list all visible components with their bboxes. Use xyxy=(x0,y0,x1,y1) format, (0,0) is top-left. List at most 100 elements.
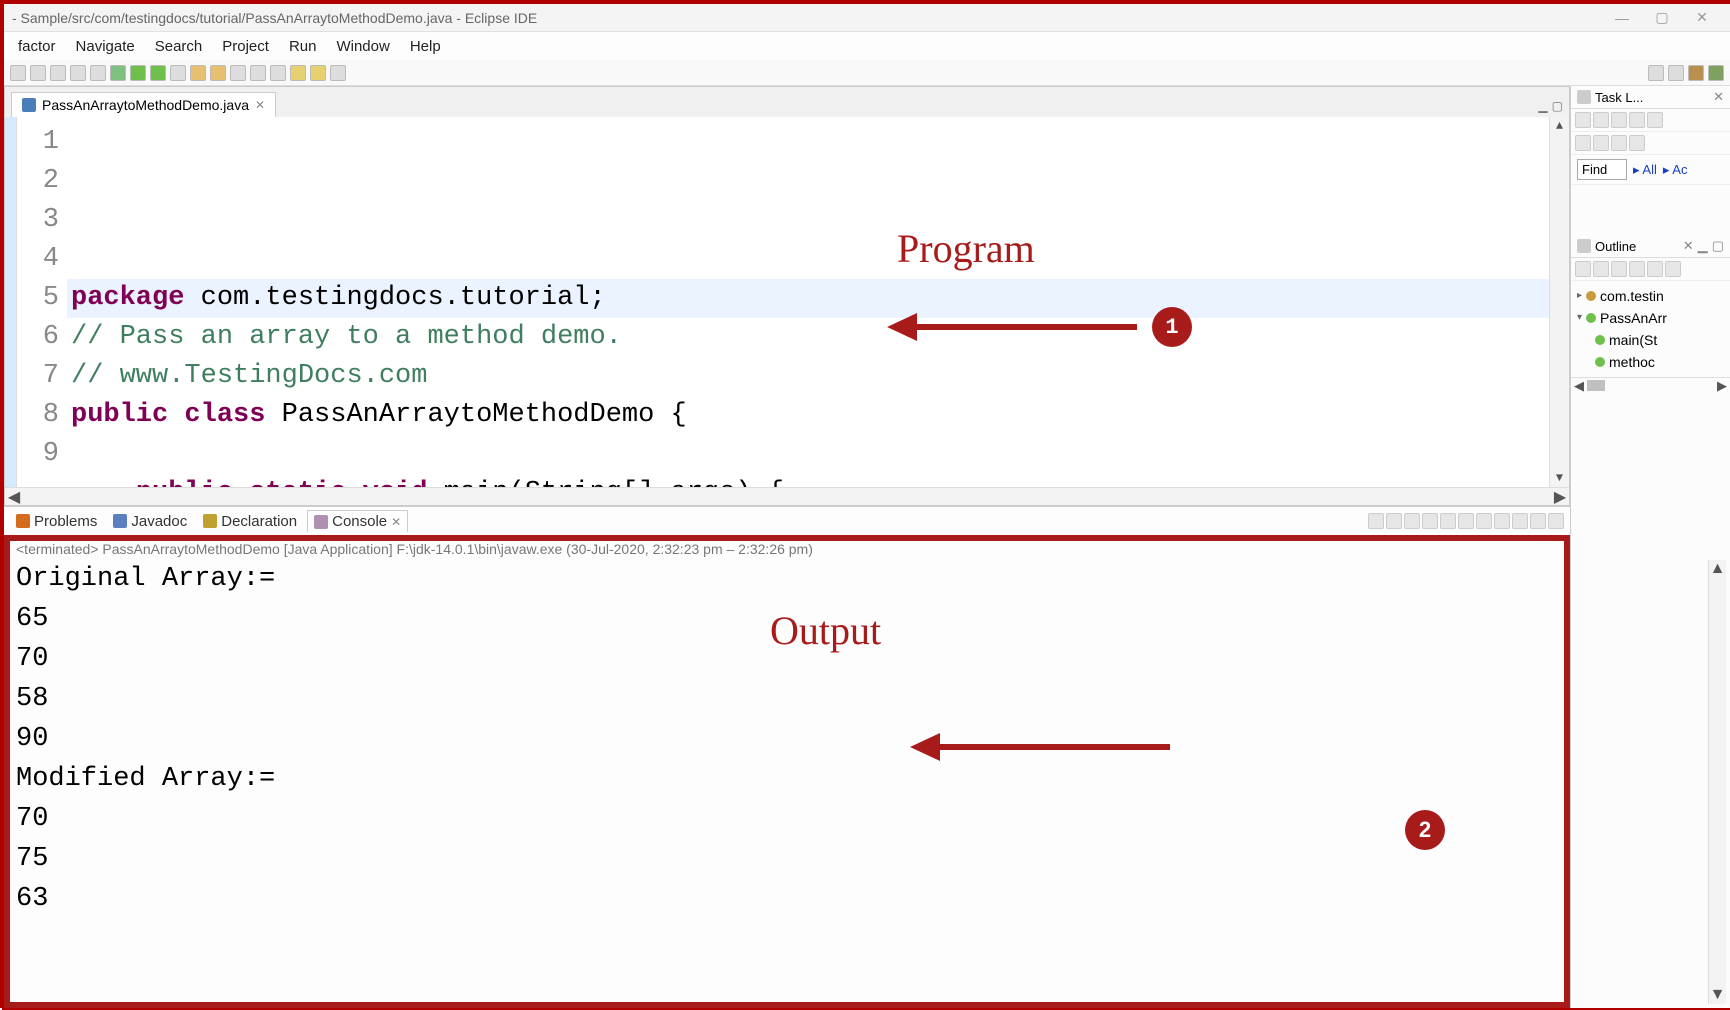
declaration-icon xyxy=(203,514,217,528)
annotation-prev-icon[interactable] xyxy=(250,65,266,81)
tab-console[interactable]: Console✕ xyxy=(307,510,408,532)
find-input[interactable] xyxy=(1577,159,1627,180)
method-icon xyxy=(1595,335,1605,345)
outline-hscroll[interactable]: ◀▶ xyxy=(1571,377,1730,393)
editor-tabs: PassAnArraytoMethodDemo.java ✕ ▁ ▢ xyxy=(5,87,1569,117)
bottom-tabs: Problems Javadoc Declaration Console✕ xyxy=(4,507,1570,535)
menu-help[interactable]: Help xyxy=(400,36,451,57)
focus-active-icon[interactable] xyxy=(1665,261,1681,277)
tab-problems[interactable]: Problems xyxy=(10,511,103,532)
outline-node-method2: methoc xyxy=(1577,351,1728,373)
sort-icon[interactable] xyxy=(1575,261,1591,277)
task-dropdown-icon[interactable] xyxy=(1593,112,1609,128)
hide-fields-icon[interactable] xyxy=(1593,261,1609,277)
task-find-row: ▸ All ▸ Ac xyxy=(1571,155,1730,185)
new-class-icon[interactable] xyxy=(210,65,226,81)
remove-launch-icon[interactable] xyxy=(1386,513,1402,529)
maximize-button[interactable]: ▢ xyxy=(1642,7,1682,29)
minimize-button[interactable]: — xyxy=(1602,7,1642,29)
hide-local-icon[interactable] xyxy=(1647,261,1663,277)
focus-icon[interactable] xyxy=(1575,135,1591,151)
annotation-output-label: Output xyxy=(770,607,881,654)
outline-min-icon[interactable]: ▁ xyxy=(1698,238,1708,254)
right-panels: Task L... ✕ ▸ All ▸ Ac Outline ✕ ▁ xyxy=(1570,86,1730,1008)
outline-toolbar xyxy=(1571,258,1730,281)
max-console-icon[interactable] xyxy=(1548,513,1564,529)
task-list-header[interactable]: Task L... ✕ xyxy=(1571,86,1730,109)
minimize-view-icon[interactable]: ▁ xyxy=(1538,99,1547,113)
outline-max-icon[interactable]: ▢ xyxy=(1712,238,1724,254)
code-area[interactable]: 1 2 3 4 5 6 7 8 9 package com.testingdoc… xyxy=(5,117,1569,487)
skip-bp-icon[interactable] xyxy=(90,65,106,81)
debug-icon[interactable] xyxy=(110,65,126,81)
outline-node-class: ▾ PassAnArr xyxy=(1577,307,1728,329)
search-icon[interactable] xyxy=(230,65,246,81)
editor-hscrollbar[interactable]: ◀▶ xyxy=(5,487,1569,505)
maximize-view-icon[interactable]: ▢ xyxy=(1552,99,1563,113)
external-tools-icon[interactable] xyxy=(170,65,186,81)
menu-search[interactable]: Search xyxy=(145,36,213,57)
word-wrap-icon[interactable] xyxy=(1458,513,1474,529)
new-package-icon[interactable] xyxy=(190,65,206,81)
console-vscrollbar[interactable]: ▲ ▼ xyxy=(1708,560,1726,1004)
tab-declaration[interactable]: Declaration xyxy=(197,511,303,532)
pin-console-icon[interactable] xyxy=(1476,513,1492,529)
collapse-icon[interactable] xyxy=(1629,112,1645,128)
hide-nonpublic-icon[interactable] xyxy=(1629,261,1645,277)
pin-icon[interactable] xyxy=(330,65,346,81)
remove-all-icon[interactable] xyxy=(1404,513,1420,529)
menubar: factor Navigate Search Project Run Windo… xyxy=(4,32,1730,60)
close-button[interactable]: ✕ xyxy=(1682,7,1722,29)
open-type-icon[interactable] xyxy=(50,65,66,81)
min-console-icon[interactable] xyxy=(1530,513,1546,529)
class-icon xyxy=(1586,313,1596,323)
menu-navigate[interactable]: Navigate xyxy=(66,36,145,57)
scroll-lock-icon[interactable] xyxy=(1440,513,1456,529)
java-file-icon xyxy=(22,98,36,112)
editor-vscrollbar[interactable]: ▲▼ xyxy=(1549,117,1569,487)
new-task-icon[interactable] xyxy=(1575,112,1591,128)
menu-refactor[interactable]: factor xyxy=(8,36,66,57)
close-outline-icon[interactable]: ✕ xyxy=(1683,238,1694,254)
console-content-box: <terminated> PassAnArraytoMethodDemo [Ja… xyxy=(4,535,1570,1008)
find-activate-link[interactable]: ▸ Ac xyxy=(1663,162,1688,178)
outline-icon xyxy=(1577,239,1591,253)
paste-icon[interactable] xyxy=(70,65,86,81)
debug-perspective-icon[interactable] xyxy=(1708,65,1724,81)
forward-icon[interactable] xyxy=(310,65,326,81)
open-perspective-icon[interactable] xyxy=(1668,65,1684,81)
outline-node-package: ▸ com.testin xyxy=(1577,285,1728,307)
close-console-tab-icon[interactable]: ✕ xyxy=(391,515,401,529)
menu-window[interactable]: Window xyxy=(326,36,399,57)
save-icon[interactable] xyxy=(30,65,46,81)
categorize-icon[interactable] xyxy=(1611,112,1627,128)
find-all-link[interactable]: ▸ All xyxy=(1633,162,1657,178)
outline-header[interactable]: Outline ✕ ▁ ▢ xyxy=(1571,235,1730,258)
schedule-icon[interactable] xyxy=(1629,135,1645,151)
outline-tree[interactable]: ▸ com.testin ▾ PassAnArr main(St methoc xyxy=(1571,281,1730,377)
coverage-icon[interactable] xyxy=(150,65,166,81)
marker-bar[interactable] xyxy=(5,117,17,487)
editor-tab-active[interactable]: PassAnArraytoMethodDemo.java ✕ xyxy=(11,92,276,117)
open-console-icon[interactable] xyxy=(1512,513,1528,529)
sync-icon[interactable] xyxy=(1647,112,1663,128)
close-task-panel-icon[interactable]: ✕ xyxy=(1713,89,1724,105)
terminate-icon[interactable] xyxy=(1368,513,1384,529)
presentation-icon[interactable] xyxy=(1611,135,1627,151)
clear-console-icon[interactable] xyxy=(1422,513,1438,529)
new-icon[interactable] xyxy=(10,65,26,81)
code-content[interactable]: package com.testingdocs.tutorial; // Pas… xyxy=(71,240,1549,487)
link-icon[interactable] xyxy=(1593,135,1609,151)
annotation-next-icon[interactable] xyxy=(270,65,286,81)
tab-javadoc[interactable]: Javadoc xyxy=(107,511,193,532)
close-tab-icon[interactable]: ✕ xyxy=(255,98,265,112)
back-icon[interactable] xyxy=(290,65,306,81)
titlebar: - Sample/src/com/testingdocs/tutorial/Pa… xyxy=(4,4,1730,32)
menu-run[interactable]: Run xyxy=(279,36,327,57)
run-icon[interactable] xyxy=(130,65,146,81)
java-perspective-icon[interactable] xyxy=(1688,65,1704,81)
display-console-icon[interactable] xyxy=(1494,513,1510,529)
menu-project[interactable]: Project xyxy=(212,36,279,57)
hide-static-icon[interactable] xyxy=(1611,261,1627,277)
quick-access-icon[interactable] xyxy=(1648,65,1664,81)
